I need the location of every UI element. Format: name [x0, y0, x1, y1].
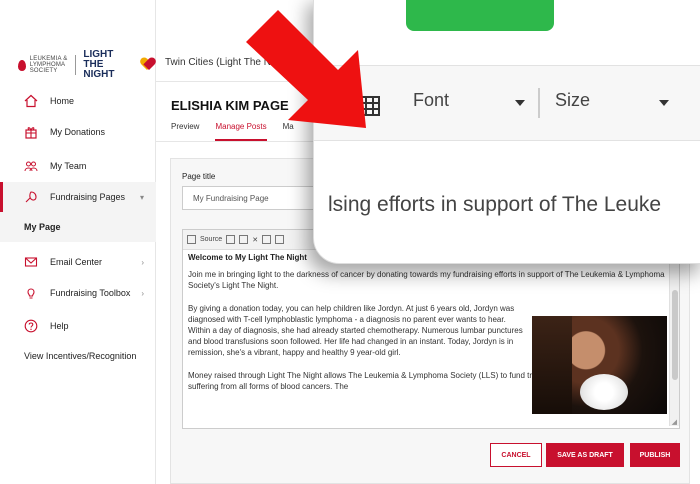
- tab-truncated[interactable]: Ma: [283, 122, 294, 141]
- editor-scrollbar[interactable]: [669, 250, 679, 426]
- font-dropdown[interactable]: Font: [413, 90, 449, 111]
- sidebar-item-label: Email Center: [50, 257, 103, 267]
- font-caret-icon[interactable]: [515, 100, 525, 106]
- page-title-label: Page title: [182, 172, 216, 181]
- page-tabs: Preview Manage Posts Ma: [171, 122, 294, 141]
- sidebar-item-label: My Team: [50, 161, 87, 171]
- image-icon[interactable]: [322, 94, 340, 116]
- email-icon: [24, 255, 38, 269]
- cancel-button[interactable]: CANCEL: [490, 443, 542, 467]
- copy-icon[interactable]: [262, 235, 272, 244]
- source-button[interactable]: Source: [200, 236, 222, 243]
- gift-icon: [24, 125, 38, 139]
- green-button[interactable]: [406, 0, 554, 31]
- lls-logo[interactable]: LEUKEMIA & LYMPHOMA SOCIETY LIGHT THE NI…: [18, 50, 155, 80]
- editor-paragraph: By giving a donation today, you can help…: [188, 304, 523, 357]
- preview-icon[interactable]: [226, 235, 236, 244]
- publish-button[interactable]: PUBLISH: [630, 443, 680, 467]
- chevron-right-icon: ›: [141, 257, 144, 267]
- lantern-image: [580, 374, 628, 410]
- home-icon: [24, 94, 38, 108]
- sidebar-item-label: Fundraising Toolbox: [50, 288, 131, 298]
- editor-paragraph: Join me in bringing light to the darknes…: [188, 270, 665, 290]
- save-as-draft-button[interactable]: SAVE AS DRAFT: [546, 443, 624, 467]
- fundraising-icon: [24, 190, 38, 204]
- source-icon[interactable]: [187, 235, 196, 244]
- sidebar-item-label: Fundraising Pages: [50, 192, 126, 202]
- zoomed-editor-toolbar: Font Size: [314, 65, 700, 141]
- sidebar: LEUKEMIA & LYMPHOMA SOCIETY LIGHT THE NI…: [0, 0, 156, 484]
- lightbulb-icon: [24, 286, 38, 300]
- sidebar-item-help[interactable]: Help: [0, 318, 156, 334]
- zoomed-editor-text: lsing efforts in support of The Leuke: [328, 193, 662, 216]
- jordyn-photo: [532, 316, 667, 414]
- sidebar-subitem-my-page[interactable]: My Page: [0, 212, 156, 242]
- paste-icon[interactable]: [275, 235, 285, 244]
- team-icon: [24, 159, 38, 173]
- cut-icon[interactable]: ✕: [252, 236, 258, 244]
- view-incentives-link[interactable]: View Incentives/Recognition: [24, 351, 136, 361]
- size-caret-icon[interactable]: [659, 100, 669, 106]
- print-icon[interactable]: [239, 235, 249, 244]
- sidebar-item-label: My Donations: [50, 127, 106, 137]
- size-dropdown[interactable]: Size: [555, 90, 590, 111]
- sidebar-item-home[interactable]: Home: [0, 93, 156, 109]
- zoom-callout: Font Size lsing efforts in support of Th…: [313, 0, 700, 264]
- help-icon: [24, 319, 38, 333]
- caret-down-icon: ▾: [139, 192, 144, 202]
- blood-drop-icon: [18, 59, 26, 71]
- event-title[interactable]: Twin Cities (Light The N: [165, 57, 271, 68]
- sidebar-item-fundraising-toolbox[interactable]: Fundraising Toolbox ›: [0, 285, 156, 301]
- table-icon[interactable]: [358, 96, 380, 116]
- tab-preview[interactable]: Preview: [171, 122, 199, 141]
- heart-lantern-icon: [141, 58, 155, 72]
- tab-manage-posts[interactable]: Manage Posts: [215, 122, 267, 141]
- resize-handle-icon[interactable]: ◢: [672, 418, 677, 426]
- chevron-right-icon: ›: [141, 288, 144, 298]
- logo-lls-text: LEUKEMIA & LYMPHOMA SOCIETY: [29, 56, 68, 74]
- sidebar-item-my-donations[interactable]: My Donations: [0, 124, 156, 140]
- sidebar-item-email-center[interactable]: Email Center ›: [0, 254, 156, 270]
- sidebar-item-fundraising-pages[interactable]: Fundraising Pages ▾: [0, 182, 156, 212]
- sidebar-item-label: Help: [50, 321, 69, 331]
- sidebar-item-my-team[interactable]: My Team: [0, 158, 156, 174]
- page-title: ELISHIA KIM PAGE: [171, 98, 289, 113]
- sidebar-item-label: Home: [50, 96, 75, 106]
- logo-ltn-line2: THE NIGHT: [83, 59, 115, 80]
- scrollbar-thumb[interactable]: [672, 290, 678, 380]
